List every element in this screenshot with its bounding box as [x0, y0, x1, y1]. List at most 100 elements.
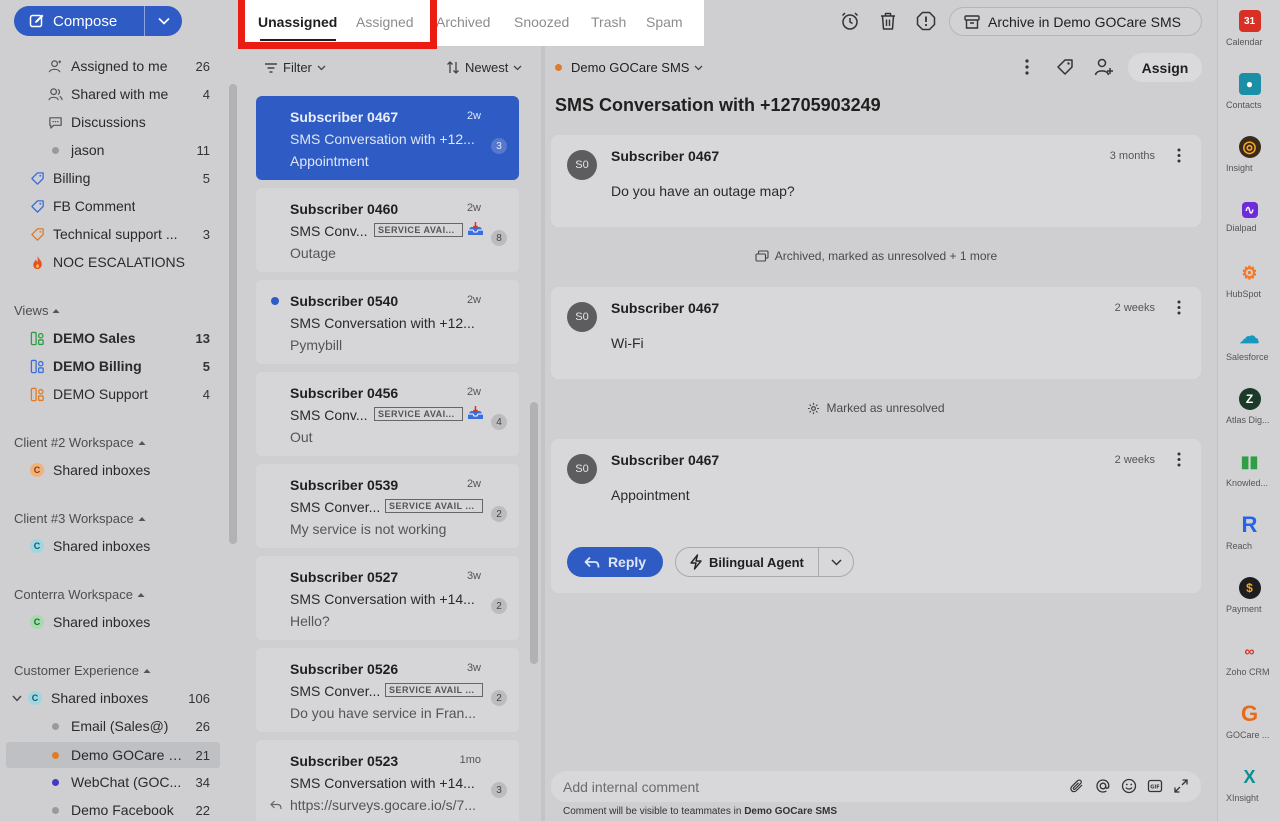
client3-workspace-header[interactable]: Client #3 Workspace — [14, 511, 146, 526]
agent-dropdown-button[interactable] — [819, 558, 853, 566]
spam-alert-icon[interactable] — [915, 10, 937, 32]
filter-button[interactable]: Filter — [264, 60, 326, 75]
message-body: Do you have an outage map? — [611, 183, 795, 199]
tab-spam[interactable]: Spam — [646, 14, 683, 30]
zoho-icon: ∞ — [1244, 643, 1255, 659]
conversation-card[interactable]: Subscriber 0526 3w SMS Conver... SERVICE… — [256, 648, 519, 732]
workspace-badge-icon: C — [30, 463, 44, 477]
rail-app-xinsight[interactable]: X XInsight — [1218, 766, 1280, 804]
chevron-down-icon[interactable] — [12, 695, 22, 702]
views-section-header[interactable]: Views — [14, 303, 60, 318]
sidebar-item-demo-billing[interactable]: DEMO Billing 5 — [0, 354, 226, 378]
trash-icon[interactable] — [877, 10, 899, 32]
bilingual-agent-button[interactable]: Bilingual Agent — [676, 548, 818, 576]
sidebar-item-demo-gocare-sms[interactable]: Demo GOCare S... 21 — [6, 742, 220, 768]
sort-button[interactable]: Newest — [446, 60, 522, 75]
snooze-alarm-icon[interactable] — [839, 10, 861, 32]
sidebar-item-billing[interactable]: Billing 5 — [0, 166, 226, 190]
archive-button[interactable]: Archive in Demo GOCare SMS — [949, 7, 1202, 36]
sidebar-item-shared-with-me[interactable]: Shared with me 4 — [0, 82, 226, 106]
message-time: 2 weeks — [1114, 302, 1155, 314]
sidebar-item-label: Technical support ... — [53, 226, 178, 242]
tab-snoozed[interactable]: Snoozed — [514, 14, 569, 30]
gif-icon[interactable]: GIF — [1147, 778, 1163, 794]
sidebar-item-technical-support[interactable]: Technical support ... 3 — [0, 222, 226, 246]
message-body: Wi-Fi — [611, 335, 644, 351]
client2-workspace-header[interactable]: Client #2 Workspace — [14, 435, 146, 450]
conversation-card[interactable]: Subscriber 0527 3w SMS Conversation with… — [256, 556, 519, 640]
reply-button[interactable]: Reply — [567, 547, 663, 577]
compose-button[interactable]: Compose — [14, 6, 144, 36]
sidebar-item-webchat[interactable]: WebChat (GOC... 34 — [0, 770, 226, 794]
sidebar-item-fb-comment[interactable]: FB Comment — [0, 194, 226, 218]
message-menu-icon[interactable] — [1177, 300, 1181, 315]
rail-app-knowledge[interactable]: ▮▮ Knowled... — [1218, 451, 1280, 488]
conterra-workspace-header[interactable]: Conterra Workspace — [14, 587, 145, 602]
card-time: 1mo — [459, 754, 481, 766]
rail-app-salesforce[interactable]: ☁ Salesforce — [1218, 325, 1280, 363]
archive-event-icon — [755, 250, 769, 262]
rail-app-label: GOCare ... — [1226, 730, 1270, 740]
card-count-badge: 4 — [491, 414, 507, 430]
sidebar-item-noc-escalations[interactable]: NOC ESCALATIONS — [0, 250, 226, 274]
sidebar-item-discussions[interactable]: Discussions — [0, 110, 226, 134]
archive-box-icon — [964, 14, 980, 30]
rail-app-dialpad[interactable]: ∿ Dialpad — [1218, 199, 1280, 233]
rail-app-label: Reach — [1226, 541, 1253, 551]
fire-icon — [30, 255, 45, 270]
sidebar-item-client3-shared-inboxes[interactable]: C Shared inboxes — [0, 534, 226, 558]
message-menu-icon[interactable] — [1177, 148, 1181, 163]
sidebar-item-jason[interactable]: jason 11 — [0, 138, 226, 162]
sidebar-item-client2-shared-inboxes[interactable]: C Shared inboxes — [0, 458, 226, 482]
internal-comment-input[interactable]: Add internal comment GIF — [551, 771, 1201, 802]
sidebar-item-demo-support[interactable]: DEMO Support 4 — [0, 382, 226, 406]
rail-app-reach[interactable]: R Reach — [1218, 512, 1280, 551]
sidebar-item-demo-facebook[interactable]: Demo Facebook 22 — [0, 798, 226, 821]
conversation-card[interactable]: Subscriber 0539 2w SMS Conver... SERVICE… — [256, 464, 519, 548]
rail-app-atlas[interactable]: Z Atlas Dig... — [1218, 388, 1280, 425]
conversation-card[interactable]: Subscriber 0460 2w SMS Conv... SERVICE A… — [256, 188, 519, 272]
customer-experience-header[interactable]: Customer Experience — [14, 663, 151, 678]
sidebar-item-assigned-to-me[interactable]: Assigned to me 26 — [0, 54, 226, 78]
tag-icon[interactable] — [1054, 56, 1076, 78]
tab-trash[interactable]: Trash — [591, 14, 626, 30]
conversation-card[interactable]: Subscriber 0467 2w SMS Conversation with… — [256, 96, 519, 180]
sidebar-item-conterra-shared-inboxes[interactable]: C Shared inboxes — [0, 610, 226, 634]
card-count-badge: 3 — [491, 138, 507, 154]
assigned-person-icon — [48, 59, 63, 74]
emoji-smile-icon[interactable] — [1121, 778, 1137, 794]
assign-button[interactable]: Assign — [1128, 53, 1202, 82]
conversation-card[interactable]: Subscriber 0456 2w SMS Conv... SERVICE A… — [256, 372, 519, 456]
expand-arrows-icon[interactable] — [1173, 778, 1189, 794]
rail-app-zoho[interactable]: ∞ Zoho CRM — [1218, 640, 1280, 677]
conversation-card[interactable]: Subscriber 0523 1mo SMS Conversation wit… — [256, 740, 519, 821]
message-menu-icon[interactable] — [1177, 452, 1181, 467]
card-preview: https://surveys.gocare.io/s/7... — [290, 797, 476, 813]
more-options-icon[interactable] — [1016, 56, 1038, 78]
rail-app-payment[interactable]: $ Payment — [1218, 577, 1280, 614]
inbox-label: Demo GOCare SMS — [571, 60, 690, 75]
tab-archived[interactable]: Archived — [436, 14, 490, 30]
rail-app-calendar[interactable]: 31 Calendar — [1218, 10, 1280, 47]
rail-app-insight[interactable]: ◎ Insight — [1218, 136, 1280, 173]
sidebar-item-label: Email (Sales@) — [71, 718, 169, 734]
rail-app-hubspot[interactable]: ⚙ HubSpot — [1218, 262, 1280, 300]
section-title: Client #3 Workspace — [14, 511, 134, 526]
attachment-paperclip-icon[interactable] — [1069, 778, 1085, 794]
add-person-icon[interactable] — [1093, 56, 1115, 78]
mention-at-icon[interactable] — [1095, 778, 1111, 794]
card-preview: Outage — [290, 245, 336, 261]
sidebar-item-demo-sales[interactable]: DEMO Sales 13 — [0, 326, 226, 350]
sidebar-item-email-sales[interactable]: Email (Sales@) 26 — [0, 714, 226, 738]
card-preview: My service is not working — [290, 521, 447, 537]
highlight-box — [238, 0, 437, 49]
list-scrollbar[interactable] — [530, 402, 538, 664]
rail-app-gocare[interactable]: G GOCare ... — [1218, 701, 1280, 740]
rail-app-contacts[interactable]: ● Contacts — [1218, 73, 1280, 110]
conversation-card[interactable]: Subscriber 0540 2w SMS Conversation with… — [256, 280, 519, 364]
sidebar-item-cx-shared-inboxes[interactable]: C Shared inboxes 106 — [0, 686, 226, 710]
compose-dropdown-button[interactable] — [145, 6, 182, 36]
sidebar-scrollbar[interactable] — [229, 84, 237, 544]
rail-app-label: Dialpad — [1226, 223, 1257, 233]
inbox-selector[interactable]: Demo GOCare SMS — [555, 60, 703, 75]
